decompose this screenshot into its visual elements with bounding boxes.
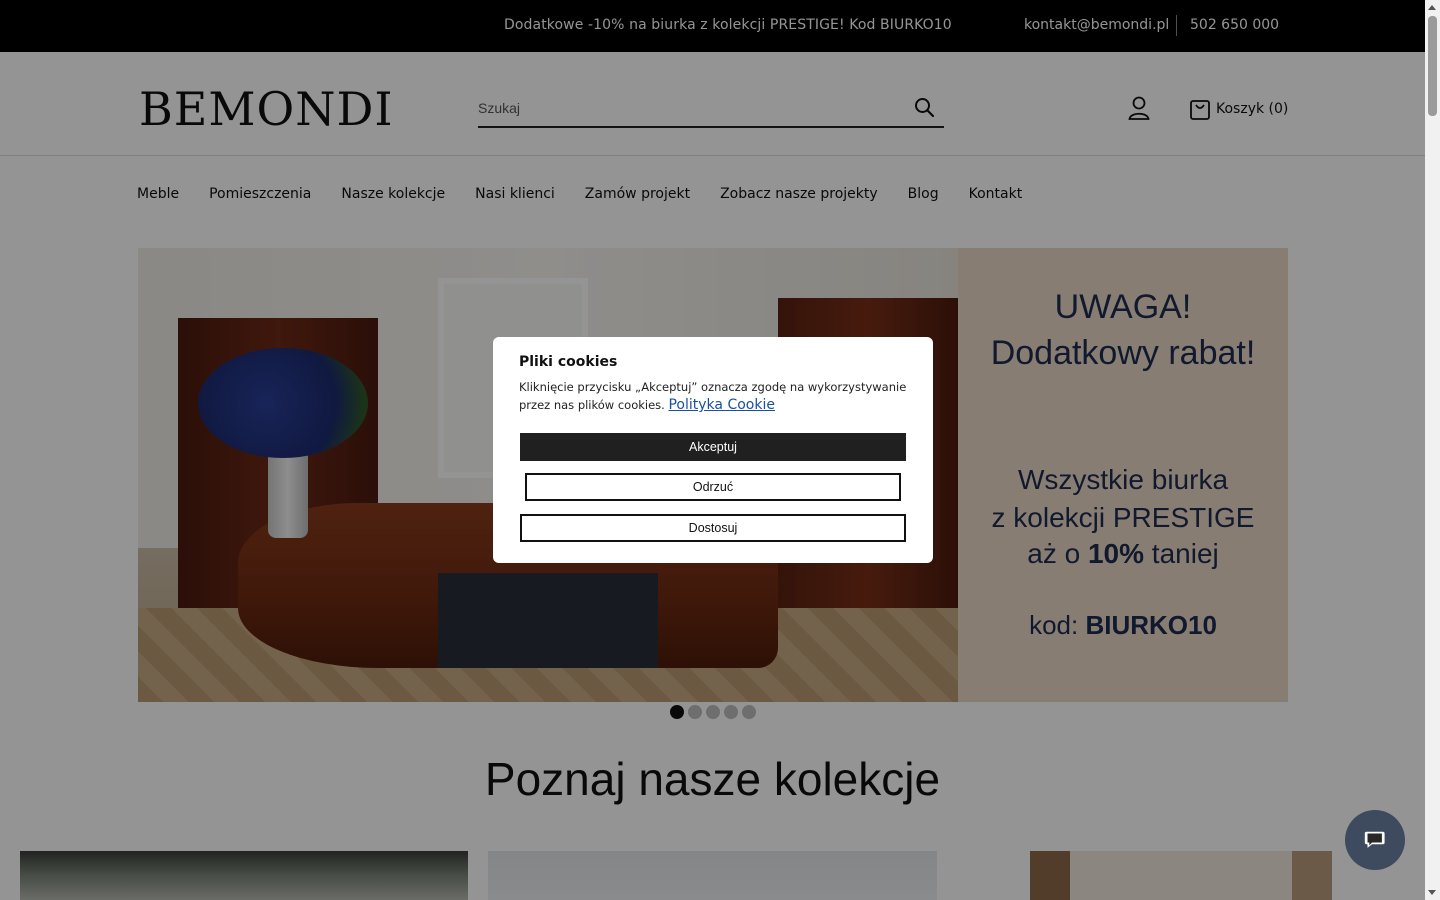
reject-cookies-button[interactable]: Odrzuć [525,473,901,501]
page-scrollbar[interactable] [1425,0,1440,900]
customize-cookies-button[interactable]: Dostosuj [520,514,906,542]
chat-button[interactable] [1345,810,1405,870]
scroll-down-arrow[interactable] [1428,890,1436,895]
scroll-up-arrow[interactable] [1428,5,1436,10]
cookie-policy-link[interactable]: Polityka Cookie [668,397,774,413]
scrollbar-thumb[interactable] [1428,16,1437,116]
cookie-dialog-text: Kliknięcie przycisku „Akceptuj” oznacza … [519,380,907,413]
cookie-consent-dialog: Pliki cookies Kliknięcie przycisku „Akce… [493,337,933,563]
cookie-dialog-title: Pliki cookies [519,354,618,370]
chat-bubble-icon [1364,831,1385,848]
accept-cookies-button[interactable]: Akceptuj [520,433,906,461]
